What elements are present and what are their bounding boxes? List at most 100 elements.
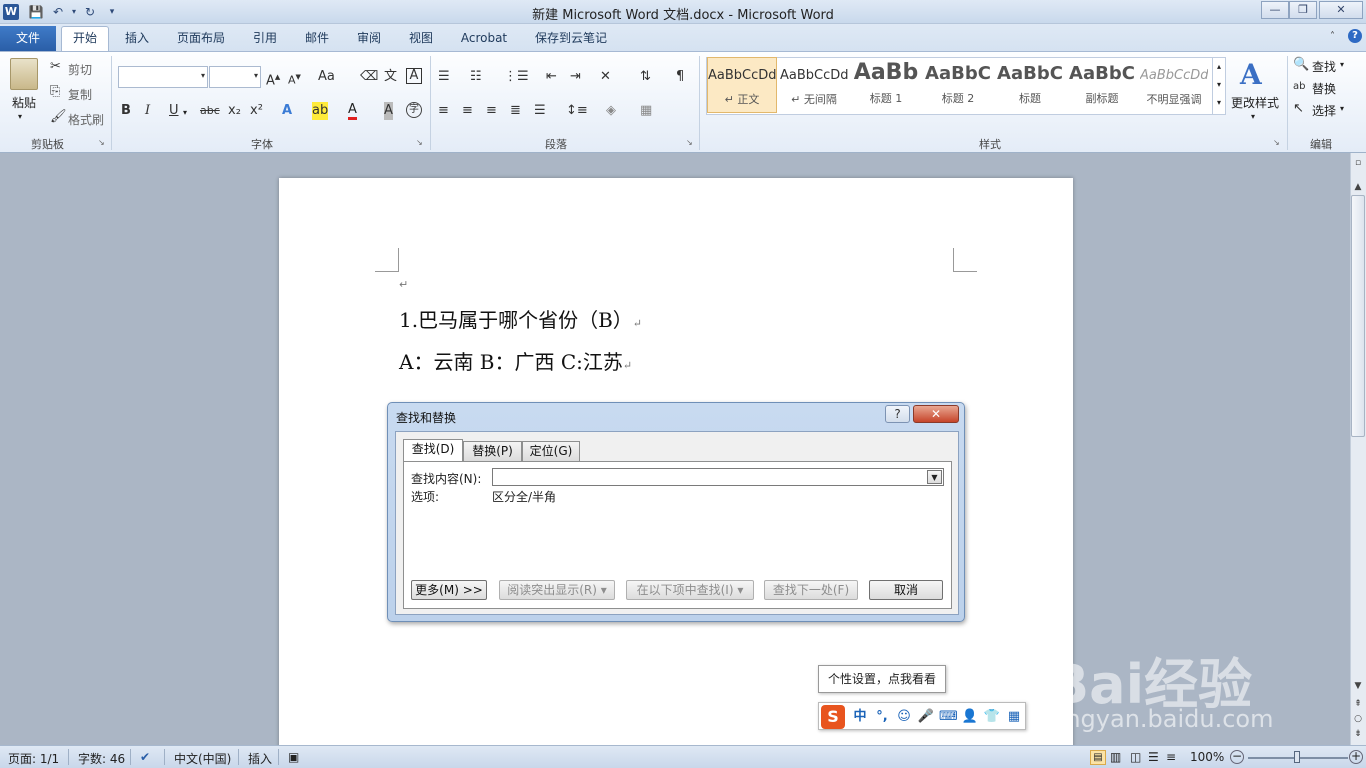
tab-file[interactable]: 文件 [0, 26, 56, 51]
change-case-icon[interactable]: Aa [318, 68, 335, 86]
format-painter-button[interactable]: 格式刷 [68, 111, 104, 128]
font-size-combo[interactable]: ▾ [209, 66, 261, 88]
underline-button[interactable]: U [169, 102, 179, 120]
strikethrough-button[interactable]: abc [200, 102, 220, 120]
shading-icon[interactable]: ◈ [606, 102, 616, 120]
web-layout-icon[interactable]: ◫ [1130, 750, 1141, 764]
tab-replace[interactable]: 替换(P) [463, 441, 522, 461]
page-count[interactable]: 页面: 1/1 [8, 750, 59, 767]
select-button[interactable]: 选择 [1312, 102, 1336, 119]
ruler-toggle-icon[interactable]: ▫ [1351, 156, 1365, 170]
find-in-button[interactable]: 在以下项中查找(I) ▾ [626, 580, 754, 600]
clipboard-launcher-icon[interactable]: ↘ [98, 138, 105, 147]
paste-icon[interactable] [10, 58, 38, 90]
superscript-button[interactable]: x² [250, 102, 263, 120]
close-window-button[interactable]: ✕ [1319, 1, 1363, 19]
bold-button[interactable]: B [121, 102, 131, 120]
find-button[interactable]: 查找 [1312, 58, 1336, 75]
answer-line[interactable]: A：云南 B：广西 C:江苏↵ [399, 346, 632, 375]
tab-goto[interactable]: 定位(G) [522, 441, 580, 461]
copy-button[interactable]: 复制 [68, 86, 92, 103]
sogou-logo-icon[interactable]: S [821, 705, 845, 729]
font-launcher-icon[interactable]: ↘ [416, 138, 423, 147]
char-shading-icon[interactable]: A [384, 102, 393, 120]
enclose-char-icon[interactable]: 字 [406, 102, 422, 118]
font-color-icon[interactable]: A [348, 102, 357, 120]
styles-launcher-icon[interactable]: ↘ [1273, 138, 1280, 147]
question-line[interactable]: 1.巴马属于哪个省份（B）↵ [399, 304, 642, 333]
change-styles-icon[interactable]: A [1240, 58, 1262, 91]
ime-chinese-mode[interactable]: 中 [851, 708, 869, 726]
style-no-spacing[interactable]: AaBbCcDd ↵ 无间隔 [779, 57, 849, 113]
find-next-button[interactable]: 查找下一处(F) [764, 580, 858, 600]
line-spacing-icon[interactable]: ↕≡ [566, 102, 588, 120]
style-title[interactable]: AaBbC 标题 [995, 57, 1065, 113]
paste-dropdown-icon[interactable]: ▾ [18, 112, 22, 121]
grow-font-icon[interactable]: A▲ [266, 68, 280, 90]
paste-button[interactable]: 粘贴 [8, 94, 40, 111]
scroll-up-icon[interactable]: ▲ [1351, 180, 1365, 194]
replace-button[interactable]: 替换 [1312, 80, 1336, 97]
find-what-input[interactable]: ▼ [492, 468, 944, 486]
zoom-slider-thumb[interactable] [1294, 751, 1300, 763]
change-styles-button[interactable]: 更改样式 [1230, 94, 1280, 111]
numbering-icon[interactable]: ☷ [470, 68, 482, 86]
tab-insert[interactable]: 插入 [116, 27, 158, 51]
tab-mailings[interactable]: 邮件 [296, 27, 338, 51]
tab-page-layout[interactable]: 页面布局 [170, 27, 232, 51]
char-border-icon[interactable]: A [406, 68, 422, 84]
highlight-icon[interactable]: ab [312, 102, 329, 120]
styles-scroll-icon[interactable]: ▴ ▾ ▾ [1212, 58, 1225, 114]
scroll-thumb[interactable] [1351, 195, 1365, 437]
dialog-help-button[interactable]: ? [885, 405, 910, 423]
tab-save-to-cloud-notes[interactable]: 保存到云笔记 [528, 27, 614, 51]
paragraph-launcher-icon[interactable]: ↘ [686, 138, 693, 147]
minimize-button[interactable]: — [1261, 1, 1289, 19]
find-dropdown-icon[interactable]: ▾ [1340, 60, 1344, 69]
italic-button[interactable]: I [145, 102, 150, 120]
proofing-icon[interactable]: ✔ [140, 750, 150, 764]
print-layout-view-icon[interactable]: ▤ [1090, 750, 1106, 765]
ime-toolbox-icon[interactable]: ▦ [1005, 708, 1023, 726]
clear-format-icon[interactable]: ⌫ [360, 68, 378, 86]
full-screen-reading-icon[interactable]: ▥ [1110, 750, 1121, 764]
cut-button[interactable]: 剪切 [68, 61, 92, 78]
dialog-close-button[interactable]: ✕ [913, 405, 959, 423]
word-count[interactable]: 字数: 46 [78, 750, 125, 767]
macro-record-icon[interactable]: ▣ [288, 750, 299, 764]
tab-acrobat[interactable]: Acrobat [452, 27, 516, 51]
find-history-dropdown-icon[interactable]: ▼ [927, 470, 942, 484]
ime-keyboard-icon[interactable]: ⌨ [939, 708, 958, 726]
align-center-icon[interactable]: ≡ [462, 102, 473, 120]
tab-references[interactable]: 引用 [244, 27, 286, 51]
change-styles-dropdown-icon[interactable]: ▾ [1251, 112, 1255, 121]
sort-icon[interactable]: ⇅ [640, 68, 651, 86]
shrink-font-icon[interactable]: A▼ [288, 68, 301, 90]
scroll-down-icon[interactable]: ▼ [1351, 679, 1365, 693]
zoom-in-icon[interactable]: + [1349, 750, 1363, 764]
style-heading-2[interactable]: AaBbC 标题 2 [923, 57, 993, 113]
cancel-button[interactable]: 取消 [869, 580, 943, 600]
tab-review[interactable]: 审阅 [348, 27, 390, 51]
more-button[interactable]: 更多(M) >> [411, 580, 487, 600]
justify-icon[interactable]: ≣ [510, 102, 521, 120]
align-left-icon[interactable]: ≡ [438, 102, 449, 120]
increase-indent-icon[interactable]: ⇥ [570, 68, 581, 86]
font-name-combo[interactable]: ▾ [118, 66, 208, 88]
collapse-ribbon-icon[interactable]: ˄ [1330, 31, 1335, 42]
subscript-button[interactable]: x₂ [228, 102, 241, 120]
style-normal[interactable]: AaBbCcDd ↵ 正文 [707, 57, 777, 113]
select-dropdown-icon[interactable]: ▾ [1340, 104, 1344, 113]
zoom-level[interactable]: 100% [1190, 750, 1224, 764]
align-right-icon[interactable]: ≡ [486, 102, 497, 120]
ime-voice-icon[interactable]: 🎤 [917, 708, 935, 726]
multilevel-list-icon[interactable]: ⋮☰ [504, 68, 529, 86]
insert-mode-indicator[interactable]: 插入 [248, 750, 272, 767]
bullets-icon[interactable]: ☰ [438, 68, 450, 86]
show-marks-icon[interactable]: ¶ [676, 68, 684, 86]
select-browse-object-icon[interactable]: ○ [1351, 712, 1365, 726]
outline-view-icon[interactable]: ☰ [1148, 750, 1159, 764]
ime-punctuation-icon[interactable]: °, [873, 708, 891, 726]
decrease-indent-icon[interactable]: ⇤ [546, 68, 557, 86]
style-heading-1[interactable]: AaBb 标题 1 [851, 57, 921, 113]
